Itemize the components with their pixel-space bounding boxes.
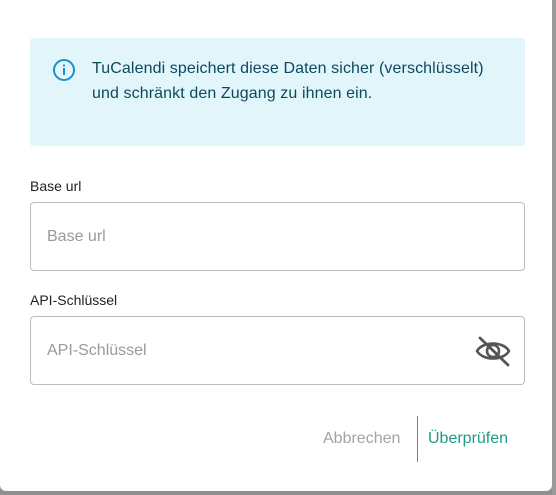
info-icon [53,59,75,81]
base-url-label: Base url [30,178,82,194]
eye-off-icon[interactable] [474,335,512,367]
api-key-field[interactable] [30,316,525,385]
api-key-label: API-Schlüssel [30,292,118,308]
window-edge [552,0,556,495]
verify-button[interactable]: Überprüfen [428,416,508,462]
base-url-field[interactable] [30,202,525,271]
dialog: TuCalendi speichert diese Daten sicher (… [0,0,552,491]
cancel-button[interactable]: Abbrechen [323,416,400,462]
info-text: TuCalendi speichert diese Daten sicher (… [92,60,484,102]
base-url-input[interactable] [47,203,467,270]
button-divider [417,416,418,462]
api-key-input[interactable] [47,317,467,384]
info-banner: TuCalendi speichert diese Daten sicher (… [30,38,525,146]
